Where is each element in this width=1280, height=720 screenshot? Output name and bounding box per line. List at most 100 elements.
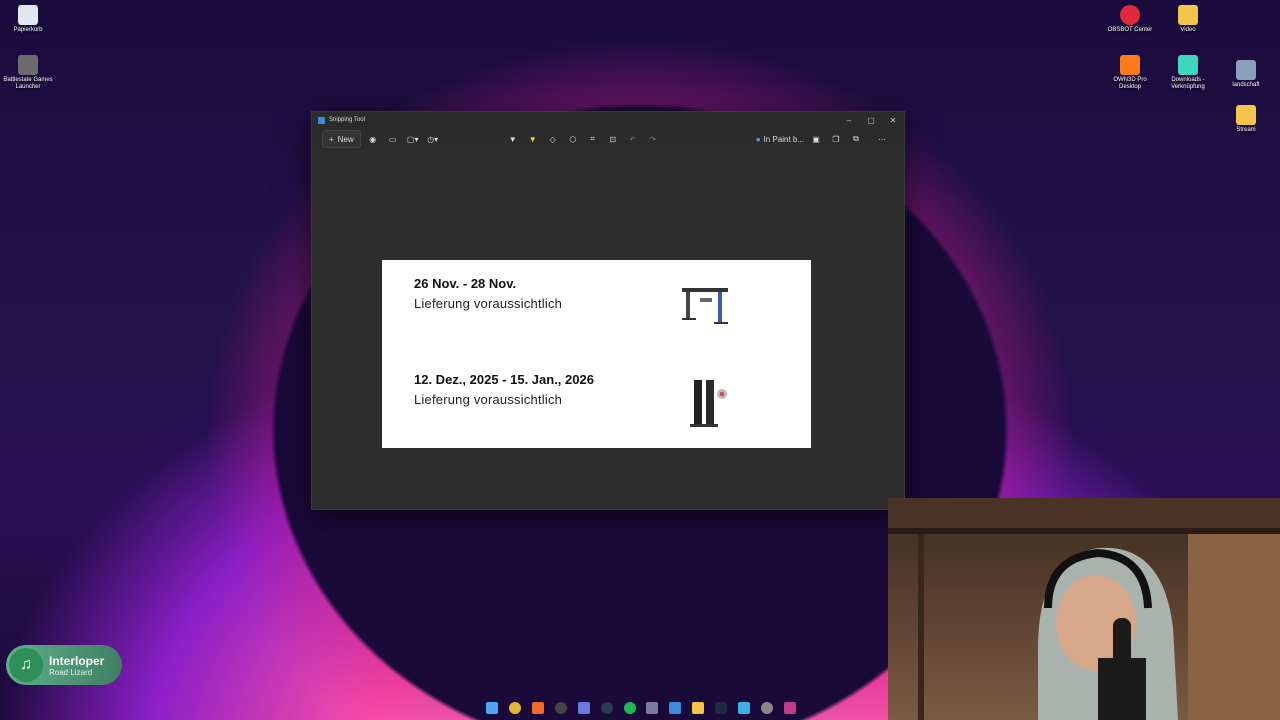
pen-icon: ▼ [508, 134, 517, 144]
desktop-icon-stream[interactable]: Stream [1218, 105, 1274, 134]
recycle-bin-icon [18, 5, 38, 25]
start-icon[interactable] [486, 702, 498, 714]
delivery-entry: 12. Dez., 2025 - 15. Jan., 2026 Lieferun… [414, 372, 594, 407]
snip-shape-dropdown[interactable]: ▢▾ [405, 131, 421, 147]
camera-icon: ◉ [369, 134, 377, 144]
highlighter-button[interactable]: ▼ [525, 131, 541, 147]
app-icon[interactable] [738, 702, 751, 714]
delivery-note: Lieferung voraussichtlich [414, 296, 563, 311]
maximize-button[interactable]: ▢ [860, 116, 882, 125]
desk-frame-icon [682, 288, 728, 324]
desktop-icon-label: Video [1180, 27, 1196, 33]
window-title: Snipping Tool [329, 117, 365, 123]
track-title: Interloper [49, 653, 105, 668]
highlighter-icon: ▼ [528, 134, 537, 144]
steam-icon[interactable] [600, 702, 613, 714]
video-icon: ▭ [388, 134, 397, 144]
obs-icon[interactable] [554, 702, 567, 714]
battlestate-icon [18, 55, 38, 75]
now-playing-widget[interactable]: ♫ Interloper Road Lizard [6, 645, 122, 685]
taskbar [486, 700, 796, 716]
brave-icon[interactable] [531, 702, 544, 714]
webcam-overlay [888, 498, 1280, 720]
toolbar: + New ◉ ▭ ▢▾ ◷▾ ▼ ▼ ◇ ⬡ ⌗ ⊡ ↶ ↷ ● In Pai… [312, 128, 904, 150]
desktop-icon-label: landschaft [1232, 82, 1260, 88]
captured-snip: 26 Nov. - 28 Nov. Lieferung voraussichtl… [382, 260, 811, 448]
text-actions-button[interactable]: ⊡ [605, 131, 621, 147]
undo-icon: ↶ [629, 134, 637, 144]
chrome-icon[interactable] [508, 702, 521, 714]
paint-label: In Paint b... [763, 134, 804, 144]
close-button[interactable]: ✕ [882, 116, 904, 125]
webcam-person-image [888, 498, 1280, 720]
eraser-icon: ◇ [549, 134, 556, 144]
app-icon[interactable] [761, 702, 774, 714]
desktop-icon-landschaft[interactable]: landschaft [1218, 60, 1274, 89]
file-explorer-icon[interactable] [692, 702, 705, 714]
eraser-button[interactable]: ◇ [545, 131, 561, 147]
image-file-icon [1236, 60, 1256, 80]
obsbot-icon [1120, 5, 1140, 25]
screenshot-mode-button[interactable]: ◉ [365, 131, 381, 147]
minimize-button[interactable]: – [838, 116, 860, 125]
delivery-entry: 26 Nov. - 28 Nov. Lieferung voraussichtl… [414, 276, 562, 311]
spotify-icon[interactable] [623, 702, 636, 714]
desk-legs-icon [690, 380, 727, 427]
snip-canvas: 26 Nov. - 28 Nov. Lieferung voraussichtl… [312, 150, 904, 509]
own3d-icon [1120, 55, 1140, 75]
snipping-tool-taskbar-icon[interactable] [783, 702, 796, 714]
share-button[interactable]: ⧉ [848, 131, 864, 147]
desktop-icon-obsbot[interactable]: OBSBOT Center [1102, 5, 1158, 34]
desktop-icon-video[interactable]: Video [1160, 5, 1216, 34]
app-icon[interactable] [669, 702, 682, 714]
shapes-button[interactable]: ⬡ [565, 131, 581, 147]
redo-button[interactable]: ↷ [645, 131, 661, 147]
paint-icon: ● [755, 134, 761, 144]
save-button[interactable]: ▣ [808, 131, 824, 147]
discord-icon[interactable] [577, 702, 590, 714]
redo-icon: ↷ [649, 134, 657, 144]
text-actions-icon: ⊡ [609, 134, 617, 144]
desktop-icon-label: Battlestate Games Launcher [3, 77, 53, 90]
new-label: New [337, 134, 354, 144]
open-in-paint-button[interactable]: ● In Paint b... [756, 131, 804, 147]
copy-button[interactable]: ❐ [828, 131, 844, 147]
desktop-icon-recycle-bin[interactable]: Papierkorb [0, 5, 56, 34]
desktop-icon-battlestate[interactable]: Battlestate Games Launcher [0, 55, 56, 91]
folder-shortcut-icon [1178, 55, 1198, 75]
app-icon[interactable] [646, 702, 659, 714]
folder-icon [1178, 5, 1198, 25]
desktop-icon-label: OBSBOT Center [1107, 27, 1153, 33]
crop-icon: ⌗ [590, 134, 595, 143]
folder-icon [1236, 105, 1256, 125]
more-icon: ⋯ [878, 134, 886, 144]
shapes-icon: ⬡ [569, 134, 577, 144]
desktop-icon-own3d[interactable]: OWN3D Pro Desktop [1102, 55, 1158, 91]
crop-button[interactable]: ⌗ [585, 131, 601, 147]
steam-icon[interactable] [715, 702, 728, 714]
snipping-tool-window: Snipping Tool – ▢ ✕ + New ◉ ▭ ▢▾ ◷▾ ▼ ▼ … [311, 111, 905, 510]
desktop-icon-label: Papierkorb [13, 27, 43, 33]
more-button[interactable]: ⋯ [874, 131, 890, 147]
delivery-note: Lieferung voraussichtlich [414, 392, 563, 407]
plus-icon: + [329, 134, 334, 144]
undo-button[interactable]: ↶ [625, 131, 641, 147]
copy-icon: ❐ [832, 134, 840, 144]
clock-icon: ◷▾ [427, 134, 439, 144]
desktop-icon-label: Downloads - Verknüpfung [1171, 77, 1205, 90]
delivery-date: 12. Dez., 2025 - 15. Jan., 2026 [414, 372, 594, 387]
track-artist: Road Lizard [49, 667, 93, 677]
ballpoint-pen-button[interactable]: ▼ [505, 131, 521, 147]
delay-dropdown[interactable]: ◷▾ [425, 131, 441, 147]
music-note-icon: ♫ [9, 648, 43, 682]
title-bar: Snipping Tool – ▢ ✕ [312, 112, 904, 128]
save-icon: ▣ [812, 134, 820, 144]
share-icon: ⧉ [853, 134, 859, 143]
new-button[interactable]: + New [322, 130, 361, 148]
desktop-icon-downloads[interactable]: Downloads - Verknüpfung [1160, 55, 1216, 91]
snipping-tool-icon [318, 116, 325, 124]
desktop-icon-label: Stream [1236, 127, 1256, 133]
video-mode-button[interactable]: ▭ [385, 131, 401, 147]
delivery-date: 26 Nov. - 28 Nov. [414, 276, 517, 291]
rectangle-icon: ▢▾ [406, 134, 419, 144]
